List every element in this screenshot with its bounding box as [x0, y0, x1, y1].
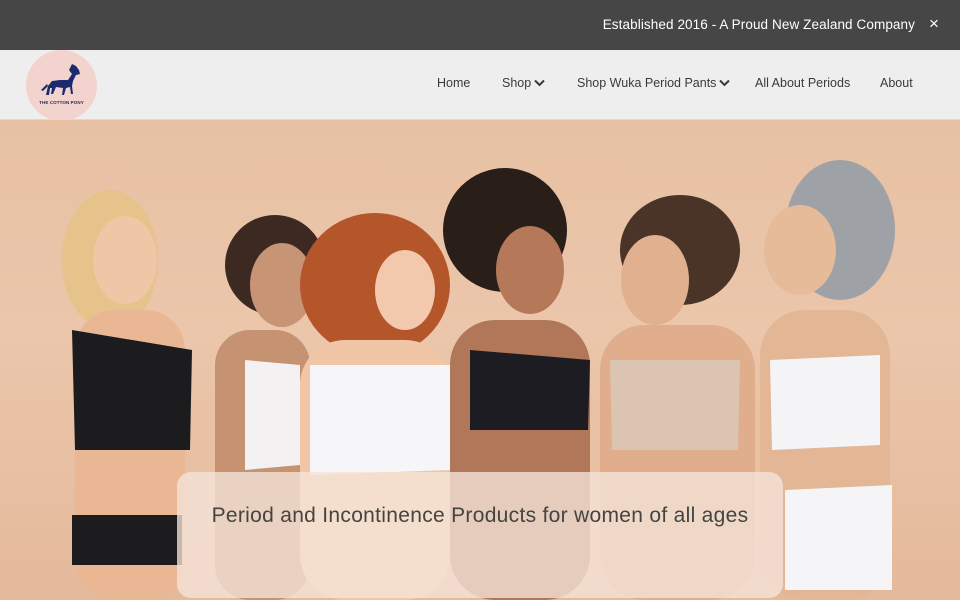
hero-caption-text: Period and Incontinence Products for wom…: [211, 504, 749, 527]
hero-caption-box: [177, 472, 783, 598]
main-navbar: THE COTTON PONY Home Shop Shop Wuka Peri…: [0, 50, 960, 121]
announcement-text: Established 2016 - A Proud New Zealand C…: [602, 17, 915, 32]
chevron-down-icon: [534, 79, 545, 87]
nav-about[interactable]: About: [880, 76, 913, 94]
nav-about-label: About: [880, 76, 913, 90]
nav-shop-wuka[interactable]: Shop Wuka Period Pants: [577, 76, 731, 94]
horse-logo-icon: [41, 64, 80, 95]
logo-text: THE COTTON PONY: [39, 100, 84, 105]
nav-all-about-periods-label: All About Periods: [755, 76, 851, 90]
brand-logo[interactable]: THE COTTON PONY: [26, 50, 97, 121]
nav-shop[interactable]: Shop: [502, 76, 545, 94]
nav-home[interactable]: Home: [437, 76, 470, 94]
nav-shop-wuka-label: Shop Wuka Period Pants: [577, 76, 717, 90]
nav-home-label: Home: [437, 76, 471, 90]
chevron-down-icon: [719, 79, 731, 87]
hero-caption: Period and Incontinence Products for wom…: [0, 497, 960, 535]
nav-all-about-periods[interactable]: All About Periods: [755, 76, 850, 94]
nav-shop-label: Shop: [502, 76, 532, 90]
close-icon[interactable]: ×: [926, 14, 942, 34]
announcement-bar: Established 2016 - A Proud New Zealand C…: [0, 0, 960, 50]
